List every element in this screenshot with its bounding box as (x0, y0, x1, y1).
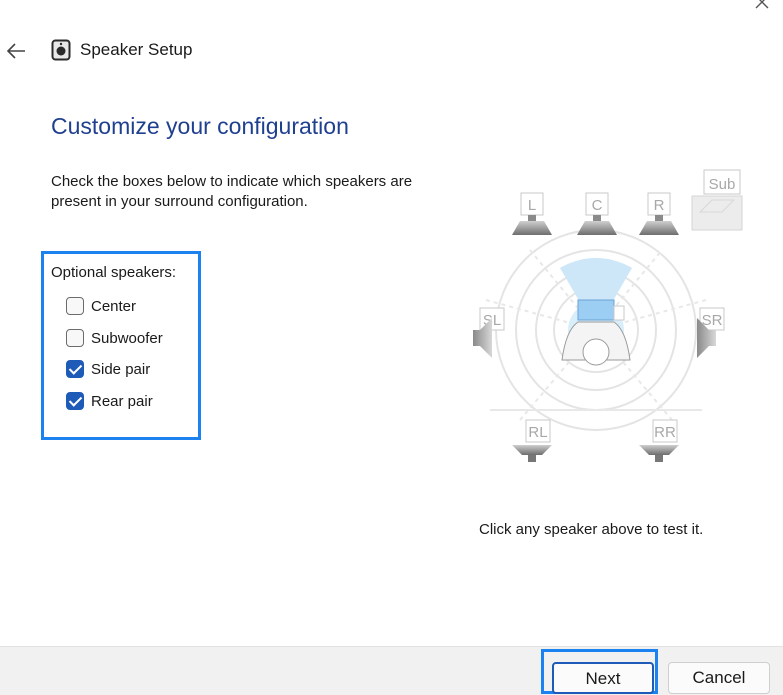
speaker-label: RR (654, 424, 676, 441)
speaker-label: C (592, 197, 603, 214)
side-pair-checkbox[interactable]: Side pair (66, 358, 150, 380)
speaker-subwoofer[interactable]: Sub (691, 169, 743, 231)
speaker-diagram: L C R Sub SL SR RL (473, 169, 743, 462)
checkbox-box[interactable] (66, 392, 84, 410)
speaker-side-right[interactable]: SR (697, 307, 725, 358)
subwoofer-checkbox[interactable]: Subwoofer (66, 327, 163, 349)
close-icon[interactable] (752, 0, 772, 12)
speaker-center[interactable]: C (577, 192, 617, 235)
checkbox-label: Side pair (91, 360, 151, 378)
footer-bar (0, 646, 783, 695)
checkbox-box[interactable] (66, 360, 84, 378)
center-checkbox[interactable]: Center (66, 295, 136, 317)
speaker-label: Sub (709, 176, 736, 193)
listener-icon (561, 299, 631, 366)
cancel-button[interactable]: Cancel (668, 662, 770, 694)
window-title: Speaker Setup (80, 40, 193, 59)
speaker-front-right[interactable]: R (639, 192, 679, 235)
checkbox-box[interactable] (66, 329, 84, 347)
checkbox-box[interactable] (66, 297, 84, 315)
speaker-label: R (654, 197, 665, 214)
checkbox-label: Center (91, 297, 137, 315)
next-button[interactable]: Next (552, 662, 654, 694)
speaker-rear-left[interactable]: RL (512, 419, 552, 462)
checkbox-label: Rear pair (91, 392, 153, 410)
test-hint-text: Click any speaker above to test it. (479, 521, 704, 538)
speaker-front-left[interactable]: L (512, 192, 552, 235)
speaker-label: RL (528, 424, 547, 441)
optional-speakers-label: Optional speakers: (51, 264, 177, 281)
page-heading: Customize your configuration (51, 113, 349, 139)
back-arrow-icon[interactable] (5, 40, 27, 62)
speaker-label: L (528, 197, 536, 214)
speaker-rear-right[interactable]: RR (639, 419, 679, 462)
checkbox-label: Subwoofer (91, 329, 163, 347)
rear-pair-checkbox[interactable]: Rear pair (66, 390, 153, 412)
speaker-side-left[interactable]: SL (473, 307, 505, 358)
instructions-text: Check the boxes below to indicate which … (51, 173, 413, 210)
speaker-icon (51, 39, 71, 61)
